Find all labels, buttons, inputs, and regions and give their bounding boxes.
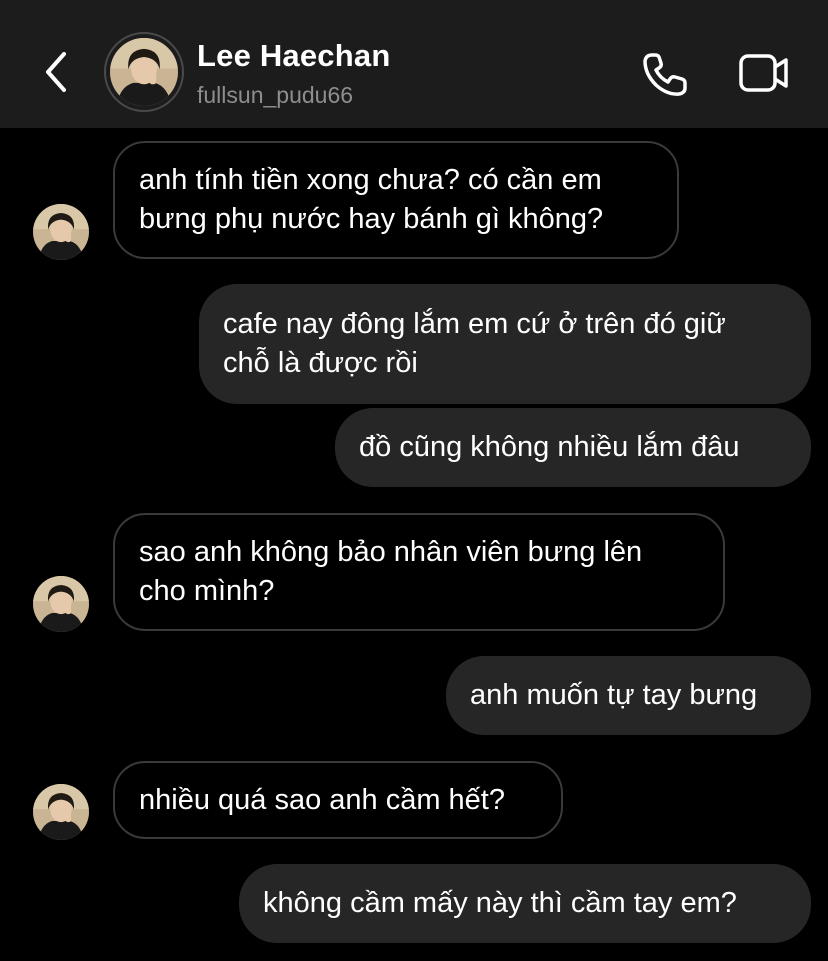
voice-call-button[interactable] — [638, 48, 692, 98]
sender-avatar[interactable] — [33, 204, 89, 260]
chat-header: Lee Haechan fullsun_pudu66 — [0, 0, 828, 128]
avatar-image — [33, 204, 89, 260]
video-call-button[interactable] — [734, 48, 794, 98]
incoming-message[interactable]: sao anh không bảo nhân viên bưng lên cho… — [113, 513, 725, 631]
outgoing-message[interactable]: cafe nay đông lắm em cứ ở trên đó giữ ch… — [199, 284, 811, 404]
contact-name[interactable]: Lee Haechan — [197, 38, 390, 74]
sender-avatar[interactable] — [33, 784, 89, 840]
outgoing-message[interactable]: không cầm mấy này thì cầm tay em? — [239, 864, 811, 943]
phone-icon — [643, 53, 687, 96]
outgoing-message[interactable]: anh muốn tự tay bưng — [446, 656, 811, 735]
incoming-message[interactable]: nhiều quá sao anh cầm hết? — [113, 761, 563, 839]
outgoing-message[interactable]: đồ cũng không nhiều lắm đâu — [335, 408, 811, 487]
avatar-image — [110, 38, 178, 106]
back-button[interactable] — [36, 48, 76, 96]
avatar-image — [33, 784, 89, 840]
avatar-image — [33, 576, 89, 632]
video-camera-icon — [739, 54, 788, 92]
contact-username: fullsun_pudu66 — [197, 82, 354, 108]
contact-avatar[interactable] — [104, 32, 184, 112]
incoming-message[interactable]: anh tính tiền xong chưa? có cần em bưng … — [113, 141, 679, 259]
chevron-left-icon — [46, 52, 66, 92]
sender-avatar[interactable] — [33, 576, 89, 632]
